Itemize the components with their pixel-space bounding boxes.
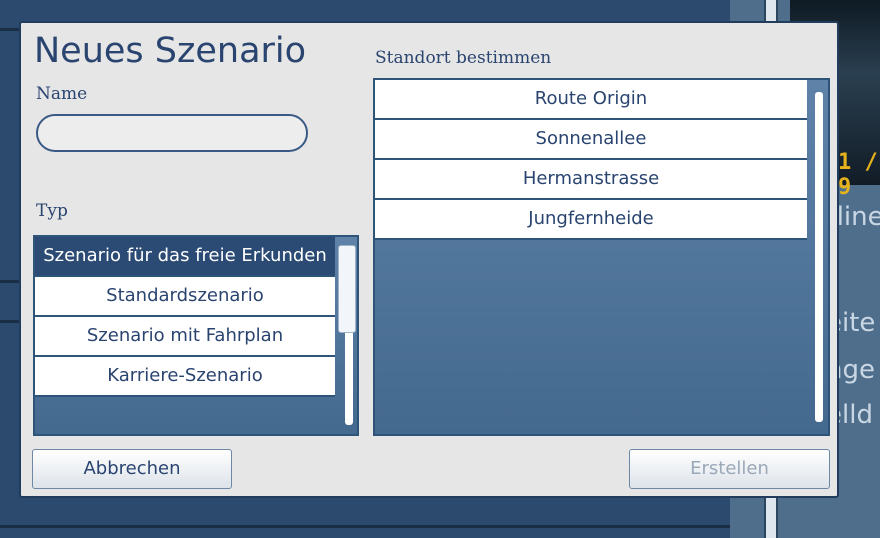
new-scenario-dialog: Neues Szenario Name Typ Szenario für das… — [19, 21, 839, 498]
type-list[interactable]: Szenario für das freie Erkunden Standard… — [33, 235, 359, 436]
location-item-hermanstrasse[interactable]: Hermanstrasse — [375, 160, 807, 200]
type-item-timetable[interactable]: Szenario mit Fahrplan — [35, 317, 335, 357]
location-item-sonnenallee[interactable]: Sonnenallee — [375, 120, 807, 160]
location-list-scrollbar[interactable] — [815, 92, 823, 422]
type-item-career[interactable]: Karriere-Szenario — [35, 357, 335, 397]
location-list[interactable]: Route Origin Sonnenallee Hermanstrasse J… — [373, 78, 830, 436]
location-label: Standort bestimmen — [375, 48, 552, 68]
dialog-title: Neues Szenario — [34, 31, 307, 71]
type-item-standard[interactable]: Standardszenario — [35, 277, 335, 317]
create-button[interactable]: Erstellen — [629, 449, 830, 489]
location-item-jungfernheide[interactable]: Jungfernheide — [375, 200, 807, 240]
background-photo-sign: 1 / 9 — [838, 150, 878, 200]
name-input[interactable] — [36, 114, 308, 152]
type-list-scroll-thumb[interactable] — [338, 245, 356, 333]
type-item-free-exploration[interactable]: Szenario für das freie Erkunden — [35, 237, 335, 277]
cancel-button[interactable]: Abbrechen — [32, 449, 232, 489]
type-label: Typ — [36, 201, 68, 221]
location-item-route-origin[interactable]: Route Origin — [375, 80, 807, 120]
background-divider — [0, 525, 730, 528]
name-label: Name — [36, 84, 88, 104]
